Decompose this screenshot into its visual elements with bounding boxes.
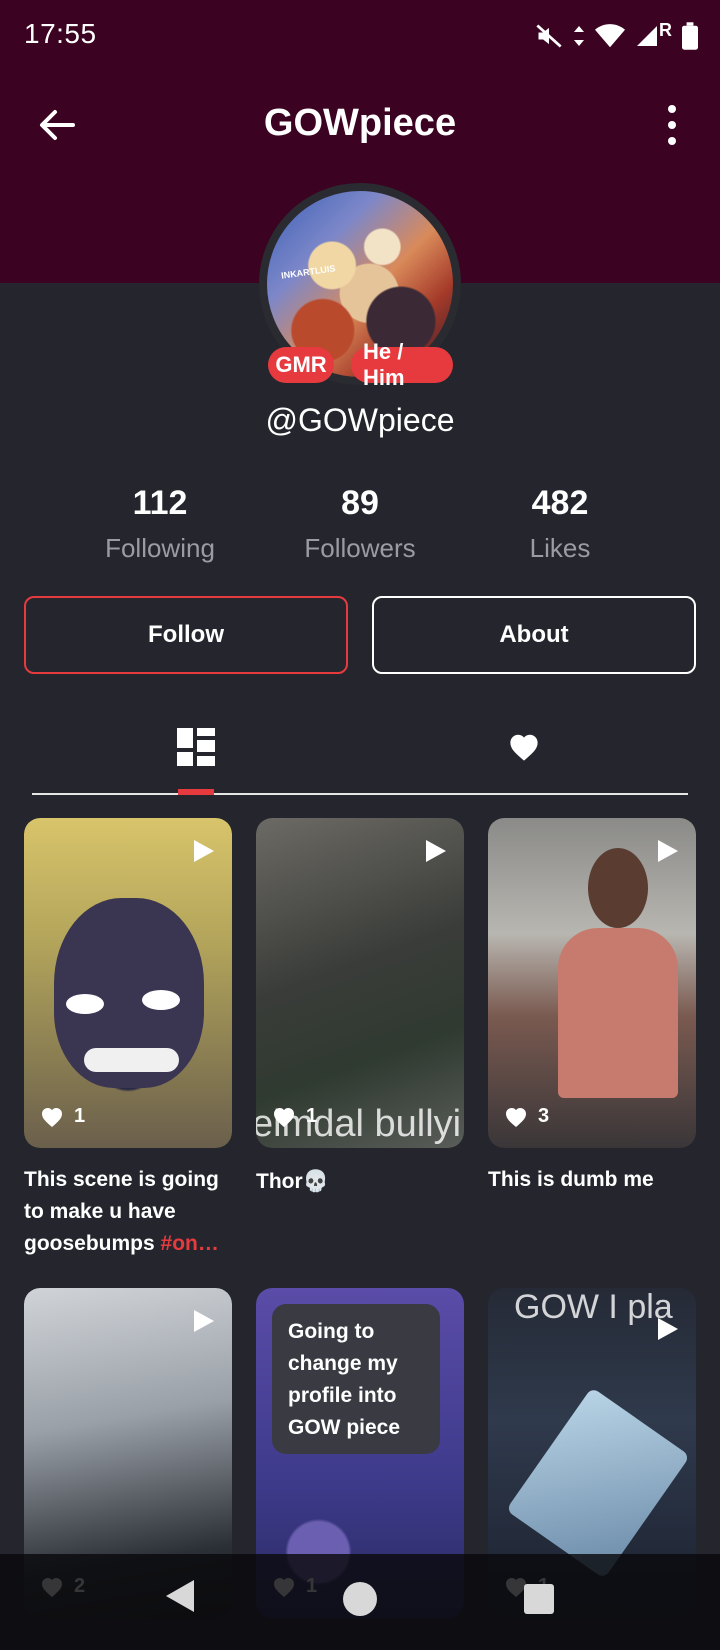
grid-icon xyxy=(177,728,215,766)
profile-handle: @GOWpiece xyxy=(265,402,455,438)
text-bubble: Going to change my profile into GOW piec… xyxy=(272,1304,440,1454)
following-stat[interactable]: 112 Following xyxy=(60,484,260,564)
status-icons: R xyxy=(535,18,698,54)
followers-count: 89 xyxy=(341,484,379,522)
active-tab-indicator xyxy=(178,789,214,795)
video-card[interactable]: eimdal bullyi 1 xyxy=(256,818,464,1148)
tab-videos[interactable] xyxy=(166,722,226,772)
likes-label: Likes xyxy=(529,533,591,563)
like-count: 1 xyxy=(306,1105,318,1127)
nav-recents-icon[interactable] xyxy=(524,1584,554,1614)
followers-label: Followers xyxy=(304,533,416,563)
heart-icon xyxy=(506,1107,526,1127)
gmr-badge: GMR xyxy=(268,347,334,383)
nav-back-icon[interactable] xyxy=(164,1578,196,1614)
video-likes: 3 xyxy=(504,1105,549,1128)
signal-icon xyxy=(637,26,657,46)
like-count: 3 xyxy=(538,1105,550,1127)
play-icon xyxy=(426,840,446,862)
play-icon xyxy=(194,840,214,862)
wifi-icon xyxy=(595,24,625,48)
video-caption[interactable]: Thor💀 xyxy=(256,1166,464,1198)
avatar-signature: INKARTLUIS xyxy=(280,263,336,281)
video-thumbnail: 3 xyxy=(488,818,696,1148)
heart-icon xyxy=(274,1107,294,1127)
video-thumbnail: eimdal bullyi 1 xyxy=(256,818,464,1148)
caption-hashtag[interactable]: #on… xyxy=(161,1232,219,1255)
play-icon xyxy=(658,1318,678,1340)
pronoun-badge: He / Him xyxy=(351,339,453,390)
nav-home-icon[interactable] xyxy=(343,1582,377,1616)
roaming-indicator: R xyxy=(659,19,672,40)
play-icon xyxy=(194,1310,214,1332)
video-thumbnail: 1 xyxy=(24,818,232,1148)
following-count: 112 xyxy=(132,484,188,522)
video-caption[interactable]: This scene is going to make u have goose… xyxy=(24,1164,232,1260)
battery-icon xyxy=(682,22,698,50)
video-card[interactable]: 3 xyxy=(488,818,696,1148)
more-options-button[interactable] xyxy=(662,100,682,150)
likes-count: 482 xyxy=(531,484,589,522)
heart-icon xyxy=(42,1107,62,1127)
heart-icon xyxy=(510,734,538,761)
video-caption[interactable]: This is dumb me xyxy=(488,1164,696,1196)
mute-icon xyxy=(536,24,562,48)
video-card[interactable]: 1 xyxy=(24,818,232,1148)
play-icon xyxy=(658,840,678,862)
tab-liked[interactable] xyxy=(494,722,554,772)
likes-stat: 482 Likes xyxy=(460,484,660,564)
video-overlay-text: GOW I pla xyxy=(514,1288,673,1326)
status-bar: 17:55 R xyxy=(0,0,720,72)
following-label: Following xyxy=(105,533,215,563)
more-vert-icon xyxy=(668,105,676,113)
video-likes: 1 xyxy=(40,1105,85,1128)
follow-button[interactable]: Follow xyxy=(24,596,348,674)
followers-stat[interactable]: 89 Followers xyxy=(260,484,460,564)
video-likes: 1 xyxy=(272,1105,317,1128)
data-transfer-icon xyxy=(574,26,584,46)
status-time: 17:55 xyxy=(24,18,97,49)
system-navigation-bar xyxy=(0,1554,720,1650)
about-button[interactable]: About xyxy=(372,596,696,674)
like-count: 1 xyxy=(74,1105,86,1127)
tab-divider xyxy=(32,793,688,795)
page-title: GOWpiece xyxy=(263,102,457,144)
